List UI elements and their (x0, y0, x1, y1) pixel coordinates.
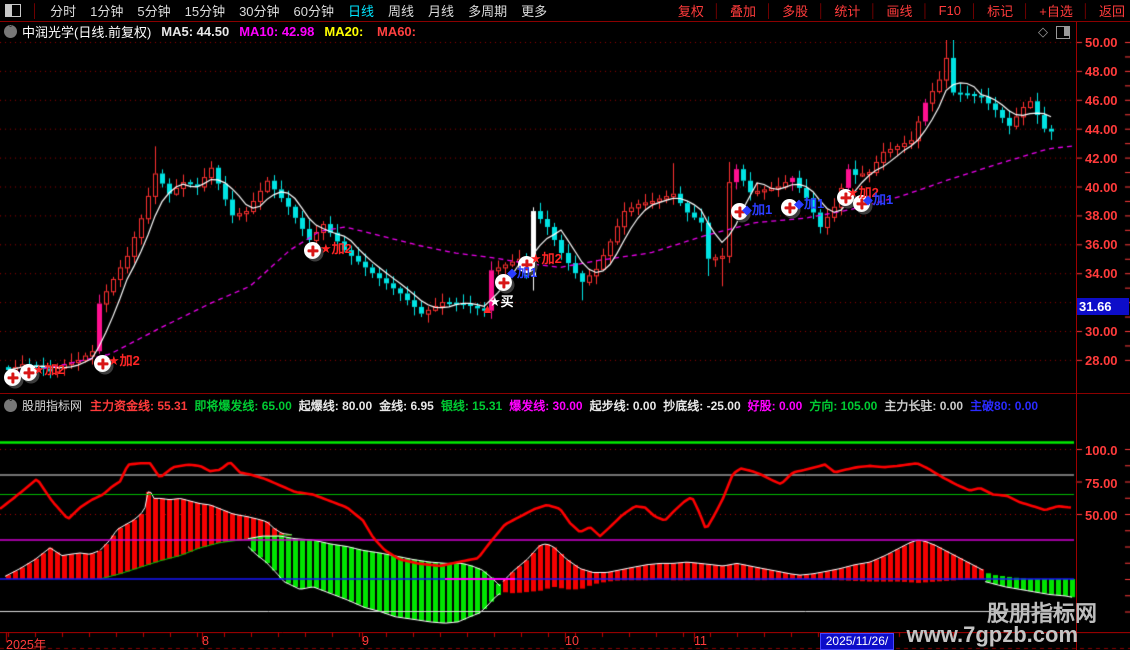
price-tick-28.00: 28.00 (1085, 352, 1118, 368)
menu-divider: │ (921, 3, 930, 18)
menu-divider: │ (817, 3, 826, 18)
menu-divider: │ (1022, 3, 1031, 18)
price-tick-48.00: 48.00 (1085, 63, 1118, 79)
stock-app-window: │ 分时 1分钟 5分钟 15分钟 30分钟 60分钟 日线 周线 月线 多周期 更多 复权 │ 叠加 │… (0, 0, 1130, 650)
buy-signal-marker-3[interactable] (304, 242, 321, 259)
tool-menu-item-5[interactable]: F10 (939, 3, 961, 18)
axis-frame-line (1076, 22, 1077, 650)
indicator-chevron-icon[interactable]: ˇ (4, 398, 17, 412)
menu-item-2[interactable]: 5分钟 (137, 4, 170, 19)
signal-text-10: ◆加1 (863, 192, 894, 207)
top-menu-bar: │ 分时 1分钟 5分钟 15分钟 30分钟 60分钟 日线 周线 月线 多周期 更多 复权 │ 叠加 │… (0, 0, 1130, 22)
menu-item-0[interactable]: 分时 (50, 4, 76, 19)
time-label-4: 11 (694, 634, 707, 648)
ma-value-2: MA20: (324, 23, 367, 39)
indicator-field-3: 金线: 6.95 (379, 398, 434, 413)
collapse-chevron-icon[interactable]: ˇ (4, 24, 17, 38)
menu-divider: │ (712, 3, 722, 18)
chart-corner-icons: ◇ (1038, 24, 1070, 40)
price-tick-42.00: 42.00 (1085, 150, 1118, 166)
menu-item-9[interactable]: 多周期 (468, 4, 507, 19)
indicator-tick-50.00: 50.00 (1085, 508, 1118, 523)
indicator-field-11: 主破80: 0.00 (970, 398, 1039, 413)
ma-value-0: MA5: 44.50 (161, 23, 230, 39)
indicator-tick-75.00: 75.00 (1085, 475, 1118, 491)
indicator-field-2: 起爆线: 80.00 (298, 398, 373, 413)
price-tick-34.00: 34.00 (1085, 266, 1118, 282)
tool-menu-item-0[interactable]: 复权 (678, 1, 704, 20)
indicator-values: 主力资金线: 55.31 即将爆发线: 65.00 起爆线: 80.00 金线: 6.… (90, 397, 1045, 414)
period-menu: 分时 1分钟 5分钟 15分钟 30分钟 60分钟 日线 周线 月线 多周期 更多 (43, 1, 554, 20)
indicator-field-4: 银线: 15.31 (440, 398, 503, 413)
ma-value-1: MA10: 42.98 (239, 23, 315, 39)
indicator-tick-100.0: 100.0 (1085, 443, 1118, 458)
signal-text-6: ★加2 (530, 251, 562, 266)
menu-item-10[interactable]: 更多 (521, 4, 547, 19)
time-label-1: 8 (202, 634, 209, 648)
price-tick-40.00: 40.00 (1085, 179, 1118, 195)
menu-divider: │ (869, 3, 878, 18)
signal-text-1: ★加2 (108, 353, 140, 368)
tool-menu: 复权 │ 叠加 │ 多股 │ 统计 │ 画线 │ F10 │ 标记 │ +自选 │ 返回 (673, 1, 1130, 20)
menu-item-7[interactable]: 周线 (388, 4, 414, 19)
candlestick-chart[interactable] (0, 40, 1130, 393)
indicator-field-8: 好股: 0.00 (747, 398, 803, 413)
indicator-field-10: 主力长驻: 0.00 (884, 398, 964, 413)
menu-divider: │ (1081, 3, 1090, 18)
watermark-site-url: www.7gpzb.com (906, 622, 1078, 647)
indicator-field-6: 起步线: 0.00 (589, 398, 657, 413)
menu-divider: │ (970, 3, 979, 18)
menu-divider: │ (765, 3, 774, 18)
signal-text-8: ◆加1 (794, 196, 825, 211)
tool-menu-item-7[interactable]: +自选 (1039, 1, 1073, 20)
price-tick-36.00: 36.00 (1085, 237, 1118, 253)
ma-value-3: MA60: (376, 23, 416, 39)
indicator-chart[interactable] (0, 418, 1130, 632)
price-highlight-badge: 31.66 (1077, 298, 1129, 315)
time-label-0: 2025年 (6, 638, 47, 650)
indicator-field-7: 抄底线: -25.00 (663, 398, 741, 413)
price-tick-50.00: 50.00 (1085, 35, 1118, 50)
ma-values: MA5: 44.50 MA10: 42.98 MA20: MA60: (151, 24, 416, 39)
stock-title[interactable]: 中润光学(日线.前复权) (22, 22, 151, 41)
indicator-name[interactable]: 股朋指标网 (22, 397, 82, 414)
signal-text-4: ★买 (489, 294, 514, 309)
tool-menu-item-3[interactable]: 统计 (834, 1, 860, 20)
price-tick-30.00: 30.00 (1085, 324, 1118, 339)
price-tick-44.00: 44.00 (1085, 121, 1118, 137)
indicator-header: ˇ 股朋指标网 主力资金线: 55.31 即将爆发线: 65.00 起爆线: 80.… (0, 395, 1130, 415)
panel-divider (0, 393, 1130, 394)
tool-menu-item-2[interactable]: 多股 (782, 1, 808, 20)
diamond-icon[interactable]: ◇ (1038, 24, 1048, 40)
tool-menu-item-8[interactable]: 返回 (1099, 1, 1125, 20)
indicator-field-5: 爆发线: 30.00 (509, 398, 583, 413)
menu-item-5[interactable]: 60分钟 (294, 4, 334, 19)
buy-signal-marker-0[interactable] (4, 369, 21, 386)
tool-menu-item-4[interactable]: 画线 (886, 1, 912, 20)
menu-item-8[interactable]: 月线 (428, 4, 454, 19)
menu-item-3[interactable]: 15分钟 (185, 4, 225, 19)
menu-item-6[interactable]: 日线 (348, 4, 374, 19)
current-date-badge: 2025/11/26/三 (820, 633, 894, 650)
tool-menu-item-6[interactable]: 标记 (987, 1, 1013, 20)
layout-panel-icon[interactable] (5, 4, 21, 17)
menu-divider: │ (31, 3, 40, 18)
menu-item-1[interactable]: 1分钟 (90, 4, 123, 19)
time-label-2: 9 (362, 634, 369, 648)
price-tick-46.00: 46.00 (1085, 92, 1118, 108)
indicator-field-0: 主力资金线: 55.31 (90, 398, 188, 413)
chart-info-bar: ˇ 中润光学(日线.前复权) MA5: 44.50 MA10: 42.98 MA20… (0, 22, 1076, 40)
price-tick-38.00: 38.00 (1085, 208, 1118, 224)
indicator-field-9: 方向: 105.00 (809, 398, 878, 413)
time-label-3: 10 (565, 634, 579, 648)
indicator-field-1: 即将爆发线: 65.00 (194, 398, 292, 413)
signal-text-7: ◆加1 (742, 202, 773, 217)
menu-item-4[interactable]: 30分钟 (239, 4, 279, 19)
tool-menu-item-1[interactable]: 叠加 (730, 1, 756, 20)
signal-text-0: ★加2 (33, 362, 65, 377)
panel-toggle-icon[interactable] (1056, 26, 1070, 39)
signal-text-2: ★加2 (320, 241, 352, 256)
